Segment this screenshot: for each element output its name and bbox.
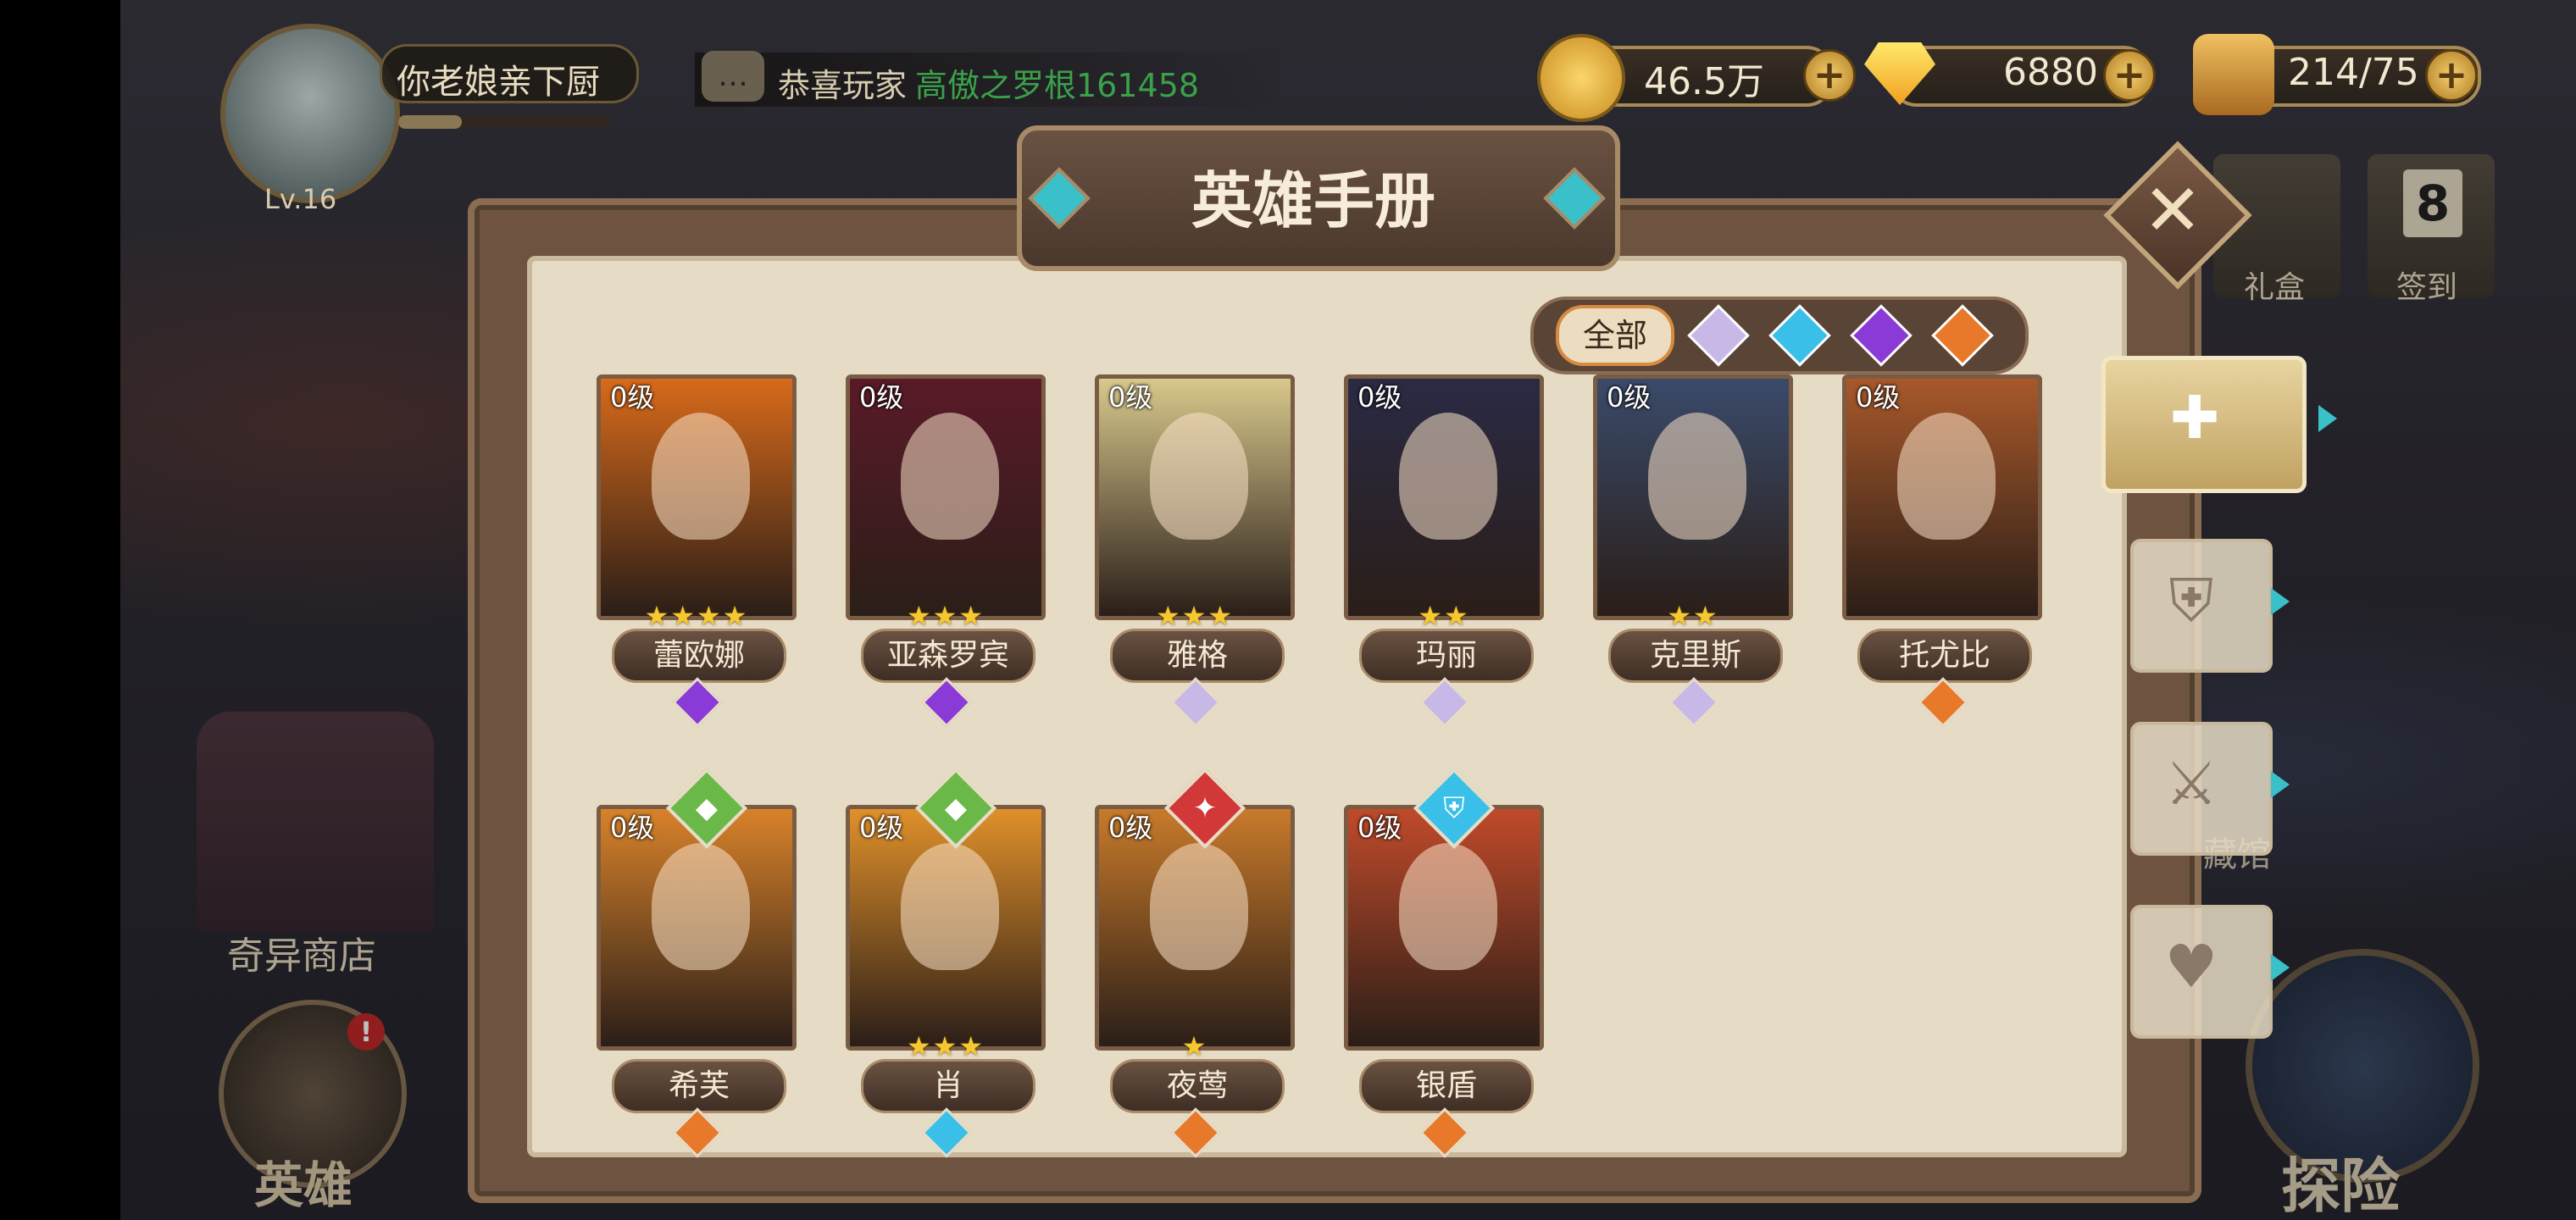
hero-level: 0级 <box>1357 381 1402 413</box>
hero-stars: ★★ <box>1418 600 1470 632</box>
game-screen: 奇异商店 ! 英雄 探险 藏馆 礼盒 8 签到 Lv.16 你老娘亲下厨 … 恭… <box>0 0 2576 1220</box>
stamina-add-button[interactable]: + <box>2425 49 2478 102</box>
tab-arrow-icon <box>2271 771 2290 798</box>
hero-stars: ★★ <box>1667 600 1719 632</box>
hero-name: 玛丽 <box>1359 629 1534 683</box>
heart-icon: ♥ <box>2164 932 2218 1001</box>
hero-stars: ★★★ <box>906 1030 985 1062</box>
ticker-player: 高傲之罗根161458 <box>915 67 1200 104</box>
close-icon[interactable]: ✕ <box>2125 163 2220 258</box>
tab-arrow-icon <box>2271 954 2290 981</box>
player-level: Lv.16 <box>264 183 337 215</box>
hero-name: 托尤比 <box>1857 629 2032 683</box>
gold-coin-icon <box>1537 34 1625 122</box>
hero-level: 0级 <box>859 381 904 413</box>
stamina-value: 214/75 <box>2288 51 2419 94</box>
hero-level: 0级 <box>1607 381 1652 413</box>
hero-level: 0级 <box>1108 381 1153 413</box>
hero-stars: ★★★ <box>1155 600 1235 632</box>
sword-icon: ⚔ <box>2164 749 2218 818</box>
stamina-bag-icon <box>2193 34 2274 115</box>
hero-level: 0级 <box>1357 812 1402 844</box>
shield-icon: ⛨ <box>2168 566 2214 635</box>
panel-title: 英雄手册 <box>1191 165 1435 236</box>
diamond-value: 6880 <box>2003 51 2098 94</box>
hero-name: 克里斯 <box>1608 629 1783 683</box>
hero-stars: ★★★ <box>906 600 985 632</box>
hero-stars: ★ <box>1181 1030 1208 1062</box>
hero-name: 夜莺 <box>1110 1059 1285 1113</box>
hero-name: 亚森罗宾 <box>861 629 1035 683</box>
hero-name: 银盾 <box>1359 1059 1534 1113</box>
hero-level: 0级 <box>610 381 655 413</box>
diamond-add-button[interactable]: + <box>2103 49 2156 102</box>
gold-add-button[interactable]: + <box>1803 49 1856 102</box>
left-letterbox <box>0 0 120 1220</box>
player-avatar[interactable] <box>220 24 400 203</box>
hero-level: 0级 <box>859 812 904 844</box>
ticker-prefix: 恭喜玩家 <box>778 67 908 104</box>
tab-arrow-icon <box>2271 588 2290 615</box>
exp-bar <box>398 115 610 129</box>
hero-stars: ★★★★ <box>644 600 749 632</box>
hero-level: 0级 <box>610 812 655 844</box>
filter-all-button[interactable]: 全部 <box>1556 305 1674 366</box>
hero-name: 蕾欧娜 <box>612 629 786 683</box>
hero-name: 希芙 <box>612 1059 786 1113</box>
grid-icon: ✚ <box>2169 383 2220 452</box>
gold-value: 46.5万 <box>1644 60 1764 103</box>
hero-level: 0级 <box>1856 381 1901 413</box>
chat-icon[interactable]: … <box>702 51 764 102</box>
player-name: 你老娘亲下厨 <box>397 63 600 102</box>
tab-pointer-icon <box>2318 405 2337 432</box>
hero-name: 肖 <box>861 1059 1035 1113</box>
hero-name: 雅格 <box>1110 629 1285 683</box>
hero-level: 0级 <box>1108 812 1153 844</box>
